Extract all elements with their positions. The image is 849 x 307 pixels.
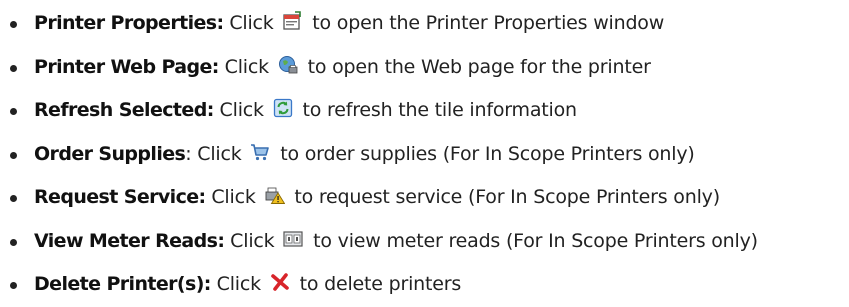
list-item-click-text: Click bbox=[213, 99, 264, 121]
list-item-click-text: Click bbox=[223, 12, 274, 34]
delete-x-icon bbox=[270, 272, 290, 292]
list-item-click-text: : Click bbox=[185, 142, 242, 165]
list-item-click-text: Click bbox=[224, 229, 275, 252]
list-item-description: to order supplies (For In Scope Printers… bbox=[274, 142, 695, 165]
service-warning-icon bbox=[265, 185, 285, 205]
list-item-description: to open the Printer Properties window bbox=[306, 12, 665, 34]
list-item: Printer Properties: Click to open the Pr… bbox=[8, 2, 849, 46]
list-item-term: View Meter Reads: bbox=[34, 229, 225, 252]
list-item-term: Delete Printer(s): bbox=[34, 273, 211, 295]
list-item-click-text: Click bbox=[205, 186, 256, 208]
list-item: Printer Web Page: Click to open the Web … bbox=[8, 46, 849, 90]
list-item-term: Order Supplies bbox=[34, 142, 186, 165]
list-item-description: to refresh the tile information bbox=[296, 99, 578, 121]
list-item-description: to delete printers bbox=[293, 273, 462, 295]
printer-properties-icon bbox=[282, 11, 302, 31]
shopping-cart-icon bbox=[250, 142, 270, 162]
list-item-term: Printer Web Page: bbox=[34, 55, 219, 78]
list-item-click-text: Click bbox=[210, 273, 261, 295]
list-item: Request Service: Click to request servic… bbox=[8, 176, 849, 220]
list-item: Refresh Selected: Click to refresh the t… bbox=[8, 89, 849, 133]
list-item-click-text: Click bbox=[218, 55, 269, 78]
list-item-description: to request service (For In Scope Printer… bbox=[288, 186, 720, 208]
meter-reads-icon bbox=[283, 229, 303, 249]
list-item-description: to open the Web page for the printer bbox=[301, 55, 651, 78]
globe-web-icon bbox=[278, 55, 298, 75]
list-item-term: Request Service: bbox=[34, 186, 206, 208]
list-item: View Meter Reads: Click to view meter re… bbox=[8, 220, 849, 264]
list-item: Delete Printer(s): Click to delete print… bbox=[8, 263, 849, 307]
list-item-description: to view meter reads (For In Scope Printe… bbox=[307, 229, 758, 252]
refresh-icon bbox=[273, 98, 293, 118]
list-item: Order Supplies: Click to order supplies … bbox=[8, 133, 849, 177]
list-item-term: Refresh Selected: bbox=[34, 99, 214, 121]
toolbar-help-list: Printer Properties: Click to open the Pr… bbox=[0, 2, 849, 307]
list-item-term: Printer Properties: bbox=[34, 12, 224, 34]
